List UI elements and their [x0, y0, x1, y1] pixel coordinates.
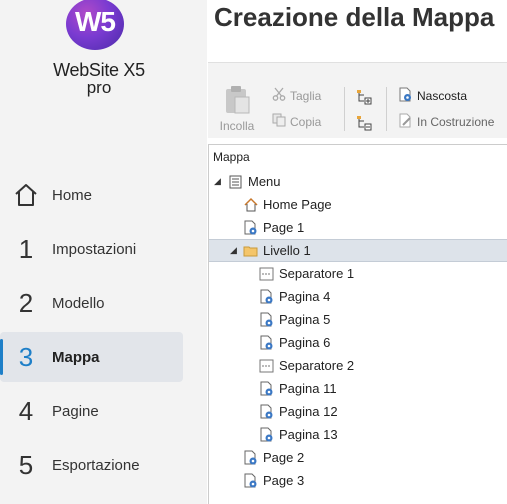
- tree-node-label: Menu: [248, 174, 281, 189]
- tree-node-separator[interactable]: Separatore 2: [209, 354, 507, 377]
- toolbar: Incolla Taglia Copia Nascosta In Costruz…: [208, 62, 507, 138]
- tree-node-label: Pagina 11: [279, 381, 337, 396]
- sidebar-item-impostazioni[interactable]: 1 Impostazioni: [0, 224, 183, 274]
- toolbar-separator: [344, 87, 345, 131]
- folder-icon: [243, 243, 259, 259]
- home-icon: [0, 182, 52, 208]
- scissors-icon: [272, 87, 286, 104]
- tree-node-label: Pagina 5: [279, 312, 331, 327]
- tree-node-page[interactable]: Pagina 4: [209, 285, 507, 308]
- sidebar-item-esportazione[interactable]: 5 Esportazione: [0, 440, 183, 490]
- page-icon: [243, 473, 259, 489]
- construction-toggle[interactable]: In Costruzione: [398, 113, 494, 131]
- page-hidden-icon: [398, 87, 413, 105]
- step-number: 5: [18, 449, 34, 480]
- sidebar-item-label: Esportazione: [52, 456, 140, 474]
- page-icon: [259, 335, 275, 351]
- sidebar-item-label: Home: [52, 186, 93, 204]
- page-icon: [243, 220, 259, 236]
- separator-icon: [259, 358, 275, 374]
- hidden-label: Nascosta: [417, 89, 468, 103]
- tree-node-label: Page 1: [263, 220, 305, 235]
- sidebar-item-mappa[interactable]: 3 Mappa: [0, 332, 183, 382]
- cut-label: Taglia: [290, 88, 322, 103]
- sidebar-item-label: Mappa: [52, 348, 100, 366]
- page-icon: [259, 289, 275, 305]
- tree-node-menu[interactable]: ◢ Menu: [209, 170, 507, 193]
- logo-edition: pro: [86, 78, 112, 97]
- tree-node-label: Pagina 12: [279, 404, 338, 419]
- tree-node-page[interactable]: Pagina 12: [209, 400, 507, 423]
- copy-button[interactable]: Copia: [272, 113, 321, 130]
- tree-node-label: Pagina 13: [279, 427, 338, 442]
- insert-level-button[interactable]: [356, 89, 372, 108]
- construction-label: In Costruzione: [417, 115, 495, 129]
- collapse-icon[interactable]: ◢: [230, 246, 237, 256]
- tree-node-label: Home Page: [263, 197, 332, 212]
- sidebar-item-label: Impostazioni: [52, 240, 137, 258]
- page-icon: [243, 450, 259, 466]
- page-icon: [259, 381, 275, 397]
- collapse-icon[interactable]: ◢: [214, 177, 221, 187]
- page-icon: [259, 427, 275, 443]
- tree-node-label: Separatore 1: [279, 266, 355, 281]
- tree-node-label: Page 3: [263, 473, 305, 488]
- tree-node-page[interactable]: Pagina 5: [209, 308, 507, 331]
- tree-node-label: Livello 1: [263, 243, 311, 258]
- page-icon: [259, 312, 275, 328]
- tree-node-page[interactable]: Pagina 11: [209, 377, 507, 400]
- sidebar-item-label: Modello: [52, 294, 105, 312]
- tree-node-level[interactable]: ◢ Livello 1: [209, 239, 507, 262]
- tree-node-page[interactable]: Page 3: [209, 469, 507, 492]
- step-number: 4: [18, 395, 34, 426]
- page-icon: [259, 404, 275, 420]
- tree-node-label: Page 2: [263, 450, 305, 465]
- tree-node-home-page[interactable]: Home Page: [209, 193, 507, 216]
- insert-page-button[interactable]: [356, 115, 372, 134]
- tree-node-label: Pagina 6: [279, 335, 331, 350]
- sidebar-item-modello[interactable]: 2 Modello: [0, 278, 183, 328]
- clipboard-icon: [223, 85, 251, 118]
- tree-node-label: Pagina 4: [279, 289, 331, 304]
- site-map-tree[interactable]: Mappa ◢ Menu Home Page Page 1 ◢ Livello …: [208, 144, 507, 504]
- hidden-toggle[interactable]: Nascosta: [398, 87, 467, 105]
- tree-remove-icon: [356, 115, 372, 134]
- page-title: Creazione della Mappa: [214, 2, 495, 32]
- separator-icon: [259, 266, 275, 282]
- tree-node-page[interactable]: Pagina 13: [209, 423, 507, 446]
- home-page-icon: [243, 197, 259, 213]
- paste-label: Incolla: [219, 119, 255, 133]
- paste-button[interactable]: Incolla: [218, 83, 256, 133]
- sidebar-item-home[interactable]: Home: [0, 170, 183, 220]
- copy-icon: [272, 113, 286, 130]
- tree-node-separator[interactable]: Separatore 1: [209, 262, 507, 285]
- tree-node-page[interactable]: Pagina 6: [209, 331, 507, 354]
- step-number: 1: [18, 233, 34, 264]
- logo-mark: W5: [75, 6, 116, 37]
- step-number: 3: [18, 341, 34, 372]
- sidebar-item-pagine[interactable]: 4 Pagine: [0, 386, 183, 436]
- tree-add-icon: [356, 89, 372, 108]
- under-construction-icon: [398, 113, 413, 131]
- cut-button[interactable]: Taglia: [272, 87, 321, 104]
- tree-header: Mappa: [213, 150, 250, 164]
- copy-label: Copia: [290, 114, 322, 129]
- sidebar-item-label: Pagine: [52, 402, 99, 420]
- step-number: 2: [18, 287, 34, 318]
- sidebar: W5 WebSite X5 pro Home 1 Impostazioni 2 …: [0, 0, 207, 504]
- toolbar-separator: [386, 87, 387, 131]
- tree-node-page[interactable]: Page 2: [209, 446, 507, 469]
- tree-node-page[interactable]: Page 1: [209, 216, 507, 239]
- app-logo: W5 WebSite X5 pro: [38, 0, 158, 110]
- menu-icon: [228, 174, 244, 190]
- tree-node-label: Separatore 2: [279, 358, 355, 373]
